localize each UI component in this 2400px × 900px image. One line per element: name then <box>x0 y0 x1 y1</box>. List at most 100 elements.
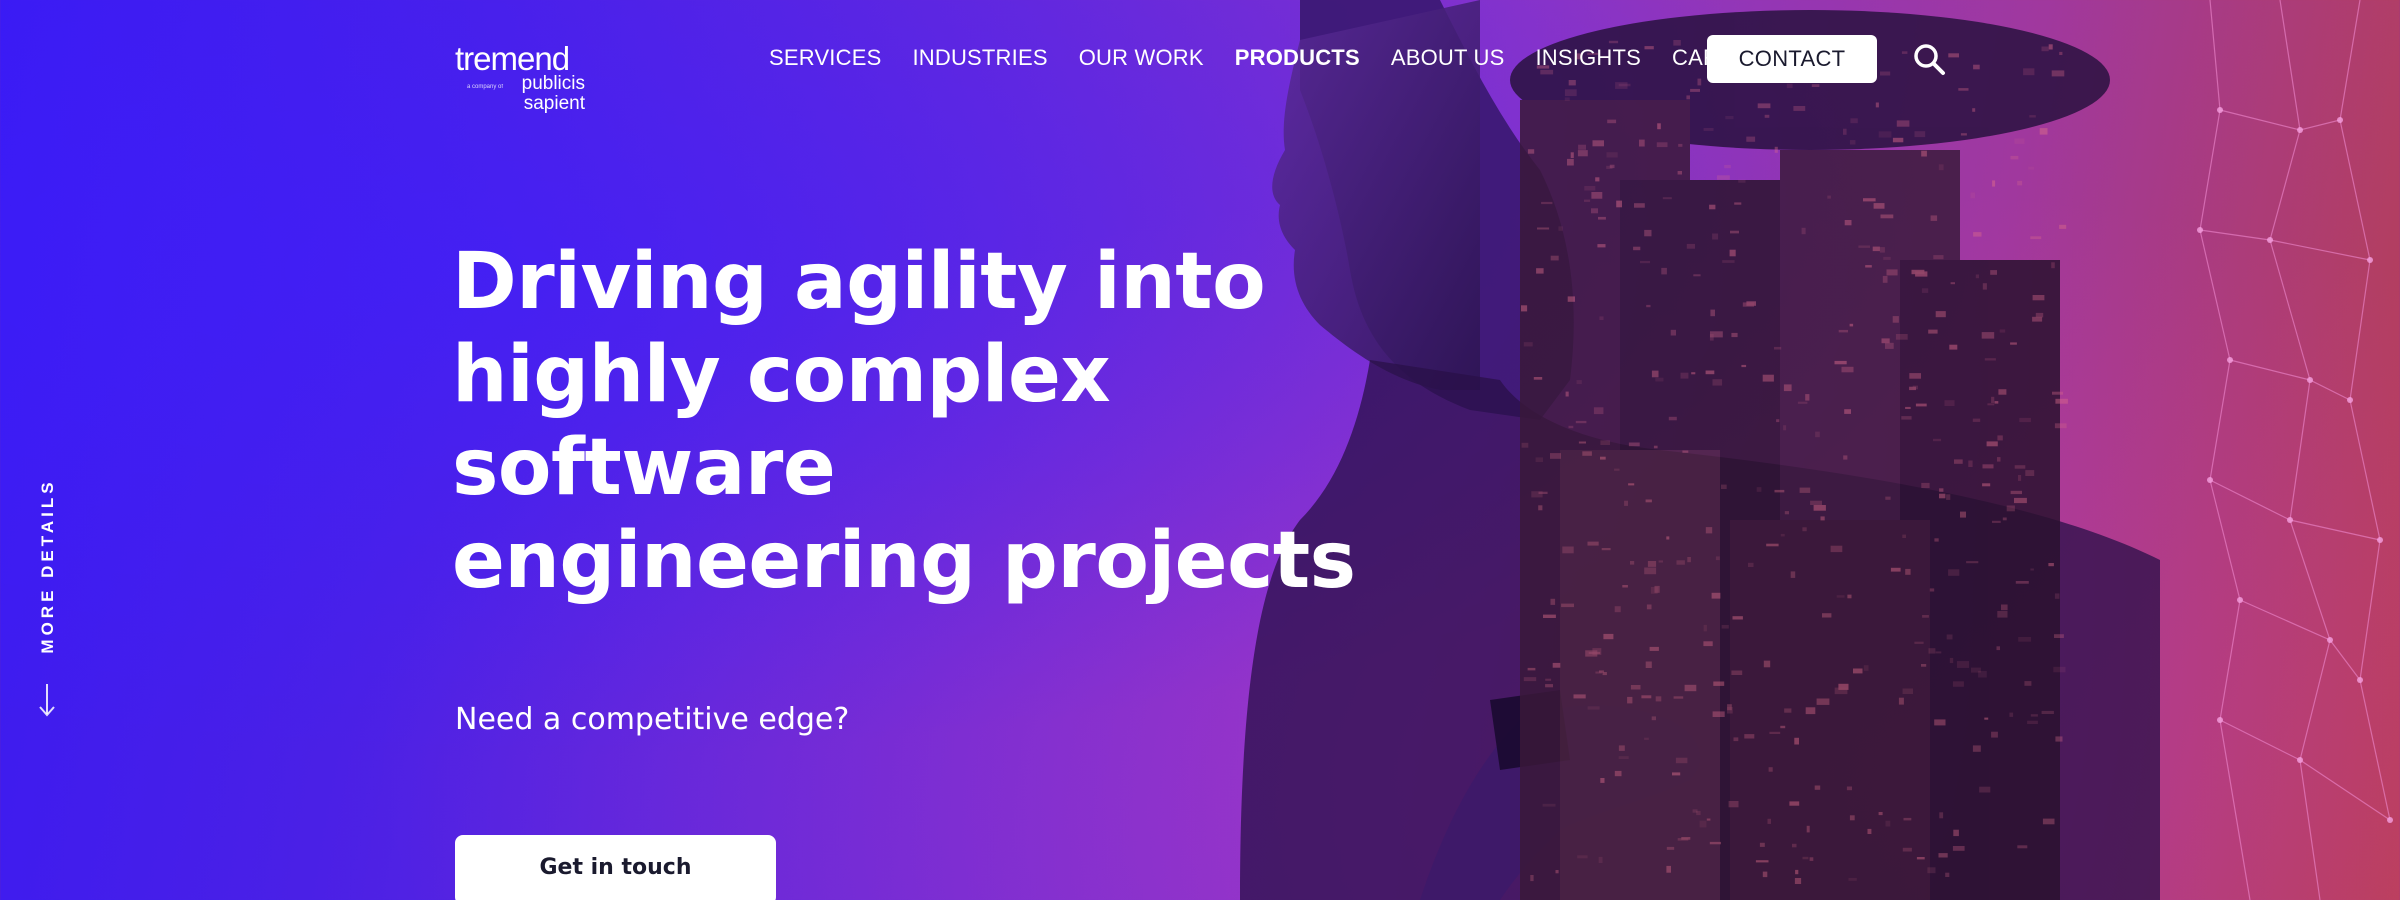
city-window <box>2014 497 2027 504</box>
city-window <box>1705 370 1715 375</box>
city-window <box>1703 128 1714 131</box>
city-window <box>1530 875 1534 882</box>
city-window <box>1878 812 1883 816</box>
city-window <box>1987 403 1995 406</box>
nav-item-services[interactable]: SERVICES <box>769 45 881 71</box>
city-window <box>2010 155 2019 160</box>
contact-button[interactable]: CONTACT <box>1707 35 1877 83</box>
city-window <box>1550 255 1559 261</box>
city-window <box>1960 133 1967 136</box>
nav-item-products[interactable]: PRODUCTS <box>1235 45 1360 71</box>
city-window <box>1691 372 1696 375</box>
city-window <box>1944 400 1955 406</box>
city-window <box>1738 179 1746 183</box>
city-window <box>1727 707 1733 714</box>
city-window <box>1883 256 1891 260</box>
city-window <box>1997 457 2001 462</box>
city-window <box>2055 398 2068 404</box>
city-window <box>1721 484 1727 489</box>
city-collage-image <box>1510 10 2110 900</box>
city-window <box>1733 737 1739 742</box>
city-window <box>1776 419 1780 423</box>
city-window <box>1986 441 1998 447</box>
city-window <box>1764 114 1770 118</box>
city-window <box>1921 150 1927 157</box>
city-window <box>1811 84 1820 87</box>
city-window <box>1734 202 1742 205</box>
city-window <box>1952 846 1965 851</box>
city-window <box>2051 70 2065 77</box>
city-window <box>2028 166 2035 170</box>
city-window <box>1600 456 1606 460</box>
search-button[interactable] <box>1912 42 1946 76</box>
city-window <box>1712 233 1719 240</box>
city-window <box>1982 464 1994 469</box>
city-window <box>2018 475 2022 481</box>
city-window <box>1972 418 1981 422</box>
more-details-link[interactable]: MORE DETAILS <box>20 450 76 720</box>
city-window <box>1651 716 1656 721</box>
city-window <box>2009 712 2014 717</box>
city-window <box>2054 423 2067 429</box>
city-window <box>1624 500 1628 506</box>
city-window <box>1687 557 1691 563</box>
city-window <box>1822 613 1832 618</box>
city-window <box>1592 140 1604 147</box>
city-window <box>1933 255 1944 260</box>
city-window <box>1768 767 1773 772</box>
city-window <box>1949 657 1954 664</box>
city-window <box>1805 707 1816 715</box>
city-window <box>1952 681 1964 687</box>
nav-item-industries[interactable]: INDUSTRIES <box>912 45 1047 71</box>
city-window <box>1741 364 1747 368</box>
city-window <box>1953 829 1959 837</box>
nav-item-our-work[interactable]: OUR WORK <box>1079 45 1204 71</box>
city-window <box>1703 641 1713 647</box>
city-window <box>1966 561 1979 564</box>
city-window <box>1578 441 1586 444</box>
city-window <box>1523 677 1537 682</box>
city-window <box>1601 548 1611 551</box>
city-window <box>1600 440 1610 445</box>
get-in-touch-button[interactable]: Get in touch <box>455 835 776 900</box>
city-window <box>1902 847 1912 852</box>
city-window <box>1896 120 1910 127</box>
city-window <box>1677 171 1682 175</box>
city-window <box>1618 745 1625 751</box>
nav-item-insights[interactable]: INSIGHTS <box>1536 45 1642 71</box>
city-window <box>2041 46 2049 52</box>
city-window <box>1711 592 1721 599</box>
city-window <box>1653 445 1658 449</box>
city-window <box>1805 394 1810 401</box>
city-window <box>1536 268 1544 274</box>
city-window <box>1881 338 1890 344</box>
city-window <box>1783 384 1792 392</box>
city-window <box>1670 329 1676 336</box>
city-window <box>1984 717 1989 720</box>
city-window <box>1922 615 1929 618</box>
city-window <box>1570 152 1574 158</box>
city-window <box>1561 603 1574 608</box>
city-window <box>1655 696 1662 702</box>
city-window <box>1568 425 1574 429</box>
city-window <box>1599 316 1604 320</box>
tremend-logo[interactable]: tremend a company of publicis sapient <box>455 40 585 120</box>
headline-line-2: highly complex <box>452 330 1111 420</box>
city-window <box>1836 595 1845 598</box>
city-window <box>2030 714 2038 717</box>
city-window <box>2054 634 2064 638</box>
logo-parent-brand: publicis sapient <box>522 74 585 114</box>
city-window <box>1950 282 1955 285</box>
city-window <box>1666 846 1675 850</box>
city-window <box>1564 97 1570 101</box>
city-window <box>1809 857 1814 861</box>
city-window <box>1801 227 1806 235</box>
nav-item-about-us[interactable]: ABOUT US <box>1391 45 1505 71</box>
city-window <box>1886 269 1898 276</box>
city-window <box>1769 731 1781 734</box>
city-window <box>2032 316 2043 322</box>
city-window <box>1646 304 1651 308</box>
city-window <box>1658 560 1663 563</box>
city-window <box>1645 499 1652 503</box>
city-window <box>1732 616 1743 620</box>
